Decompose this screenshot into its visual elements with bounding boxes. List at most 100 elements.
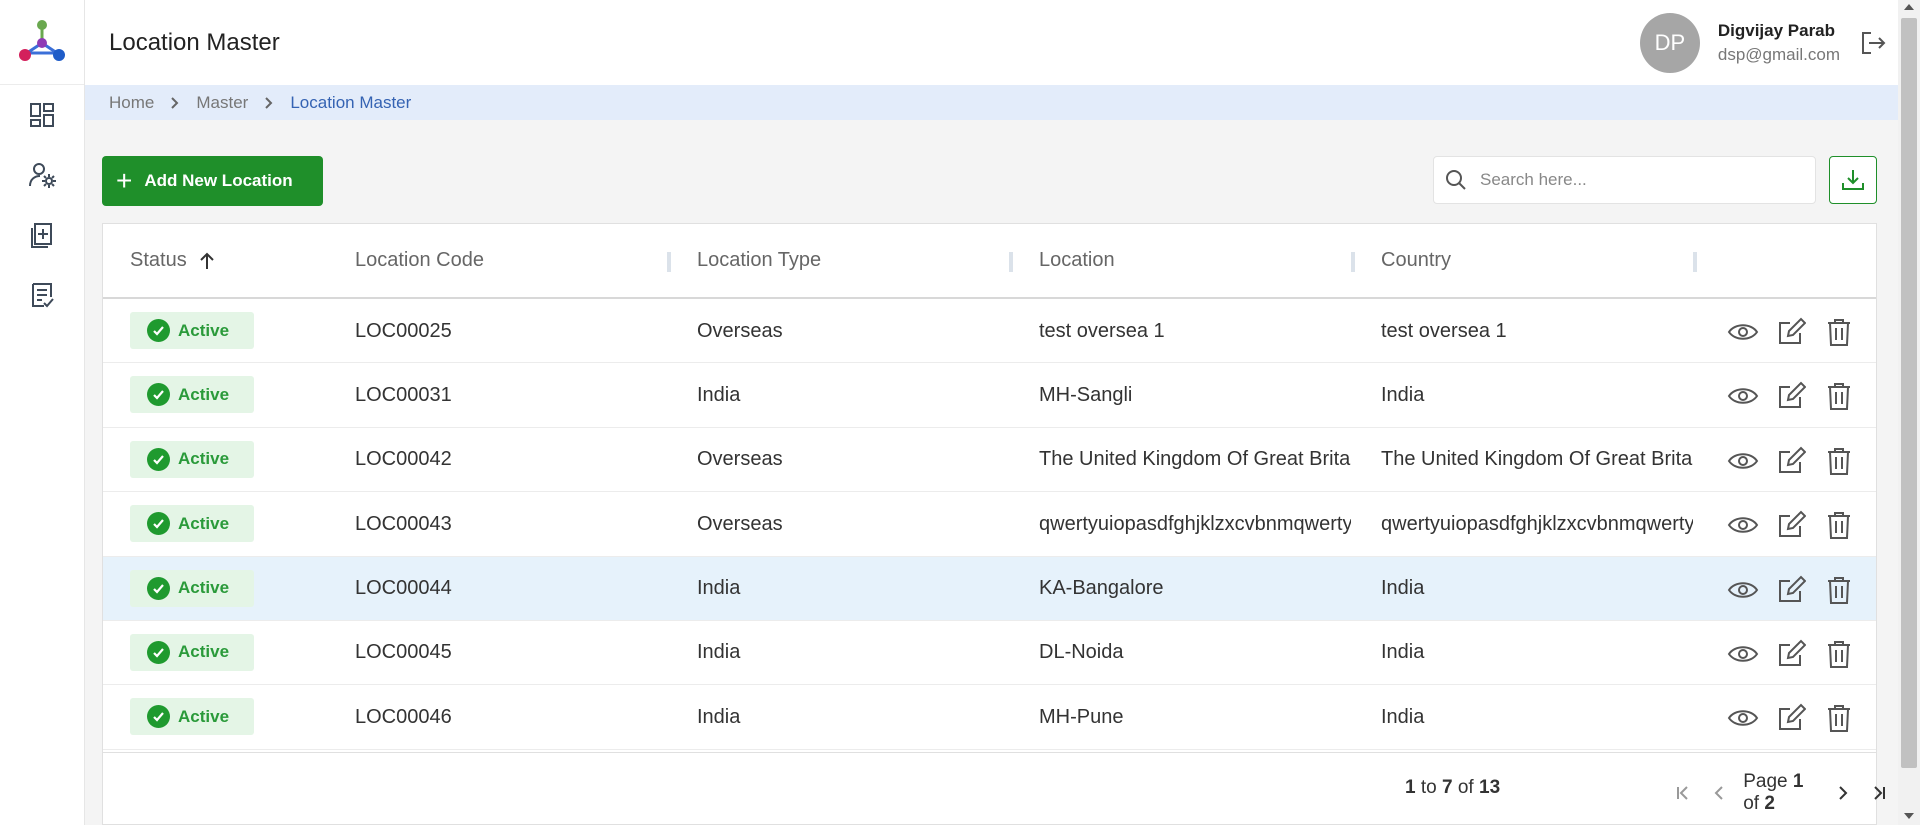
row-actions xyxy=(1726,444,1856,478)
search-input[interactable] xyxy=(1480,170,1800,190)
delete-button[interactable] xyxy=(1822,379,1856,413)
delete-icon xyxy=(1828,512,1850,540)
row-range-info: 1 to 7 of 13 xyxy=(1405,777,1500,799)
cell-location: MH-Pune xyxy=(1039,705,1124,728)
edit-icon xyxy=(1779,703,1806,731)
view-button[interactable] xyxy=(1726,637,1760,671)
view-button[interactable] xyxy=(1726,573,1760,607)
last-page-button[interactable] xyxy=(1865,775,1893,811)
sort-ascending-icon[interactable] xyxy=(199,252,215,270)
column-header-country[interactable]: Country xyxy=(1381,224,1451,297)
add-new-location-label: Add New Location xyxy=(144,171,293,190)
breadcrumb-home[interactable]: Home xyxy=(109,93,154,113)
column-resize-handle[interactable] xyxy=(1693,252,1697,272)
add-new-location-button[interactable]: + Add New Location xyxy=(102,156,323,206)
edit-button[interactable] xyxy=(1774,315,1808,349)
column-header-location-code[interactable]: Location Code xyxy=(355,224,484,297)
view-icon xyxy=(1727,581,1759,598)
status-label: Active xyxy=(178,578,230,598)
delete-button[interactable] xyxy=(1822,508,1856,542)
row-actions xyxy=(1726,379,1856,413)
row-actions xyxy=(1726,701,1856,735)
scrollbar-thumb[interactable] xyxy=(1901,18,1917,768)
status-label: Active xyxy=(178,384,230,404)
view-icon xyxy=(1727,388,1759,405)
column-resize-handle[interactable] xyxy=(1009,252,1013,272)
nav-dashboard[interactable] xyxy=(0,85,84,145)
view-button[interactable] xyxy=(1726,379,1760,413)
range-to: 7 xyxy=(1442,777,1453,798)
view-button[interactable] xyxy=(1726,315,1760,349)
breadcrumb: Home Master Location Master xyxy=(85,85,1898,120)
status-label: Active xyxy=(178,449,230,469)
range-from: 1 xyxy=(1405,777,1416,798)
view-button[interactable] xyxy=(1726,508,1760,542)
delete-button[interactable] xyxy=(1822,315,1856,349)
page-scrollbar[interactable] xyxy=(1898,0,1920,825)
download-button[interactable] xyxy=(1829,156,1877,204)
table-row[interactable]: Active LOC00043 Overseas qwertyuiopasdfghjk… xyxy=(103,492,1876,557)
table-row[interactable]: Active LOC00046 India MH-Pune India xyxy=(103,685,1876,750)
delete-icon xyxy=(1828,447,1850,475)
column-header-location[interactable]: Location xyxy=(1039,224,1115,297)
nav-checklist[interactable] xyxy=(0,265,84,325)
scroll-down-icon[interactable] xyxy=(1904,813,1914,819)
nav-user-settings[interactable] xyxy=(0,145,84,205)
cell-location-code: LOC00025 xyxy=(355,319,452,342)
first-page-button[interactable] xyxy=(1669,775,1697,811)
cell-location: MH-Sangli xyxy=(1039,383,1133,406)
column-header-location-type[interactable]: Location Type xyxy=(697,224,821,297)
column-header-status[interactable]: Status xyxy=(130,224,215,297)
edit-button[interactable] xyxy=(1774,701,1808,735)
delete-button[interactable] xyxy=(1822,573,1856,607)
first-page-icon xyxy=(1677,786,1688,800)
user-info: Digvijay Parab dsp@gmail.com xyxy=(1718,21,1840,65)
table-body: Active LOC00025 Overseas test oversea 1 test… xyxy=(103,299,1876,750)
cell-location: DL-Noida xyxy=(1039,641,1124,664)
previous-page-button[interactable] xyxy=(1705,775,1733,811)
table-row[interactable]: Active LOC00045 India DL-Noida India xyxy=(103,621,1876,686)
view-button[interactable] xyxy=(1726,444,1760,478)
column-resize-handle[interactable] xyxy=(667,252,671,272)
range-of-label: of xyxy=(1457,777,1474,798)
status-badge: Active xyxy=(130,440,254,478)
view-icon xyxy=(1727,710,1759,727)
status-badge: Active xyxy=(130,698,254,736)
edit-button[interactable] xyxy=(1774,573,1808,607)
cell-location-code: LOC00046 xyxy=(355,705,452,728)
search-box xyxy=(1433,156,1816,204)
logout-icon[interactable] xyxy=(1858,28,1888,58)
edit-button[interactable] xyxy=(1774,379,1808,413)
breadcrumb-master[interactable]: Master xyxy=(196,93,248,113)
cell-location-type: Overseas xyxy=(697,319,783,342)
view-button[interactable] xyxy=(1726,701,1760,735)
column-resize-handle[interactable] xyxy=(1351,252,1355,272)
next-page-button[interactable] xyxy=(1829,775,1857,811)
delete-button[interactable] xyxy=(1822,637,1856,671)
cell-location-code: LOC00042 xyxy=(355,448,452,471)
range-total: 13 xyxy=(1479,777,1501,798)
cell-location-code: LOC00044 xyxy=(355,577,452,600)
status-label: Active xyxy=(178,642,230,662)
app-logo[interactable] xyxy=(0,0,84,85)
edit-button[interactable] xyxy=(1774,508,1808,542)
table-row[interactable]: Active LOC00042 Overseas The United Kingdom… xyxy=(103,428,1876,493)
table-row[interactable]: Active LOC00025 Overseas test oversea 1 test… xyxy=(103,299,1876,364)
scroll-up-icon[interactable] xyxy=(1904,4,1914,10)
chevron-left-icon xyxy=(1714,786,1723,800)
page-title: Location Master xyxy=(109,28,280,56)
cell-location: qwertyuiopasdfghjklzxcvbnmqwerty xyxy=(1039,512,1351,535)
edit-button[interactable] xyxy=(1774,444,1808,478)
delete-button[interactable] xyxy=(1822,444,1856,478)
delete-button[interactable] xyxy=(1822,701,1856,735)
range-to-label: to xyxy=(1420,777,1437,798)
table-row[interactable]: Active LOC00044 India KA-Bangalore India xyxy=(103,556,1876,621)
avatar[interactable]: DP xyxy=(1639,12,1700,73)
check-circle-icon xyxy=(147,319,170,342)
table-row[interactable]: Active LOC00031 India MH-Sangli India xyxy=(103,363,1876,428)
nav-add-document[interactable] xyxy=(0,205,84,265)
row-actions xyxy=(1726,573,1856,607)
chevron-right-icon xyxy=(170,96,180,110)
edit-button[interactable] xyxy=(1774,637,1808,671)
cell-country: India xyxy=(1381,577,1425,600)
